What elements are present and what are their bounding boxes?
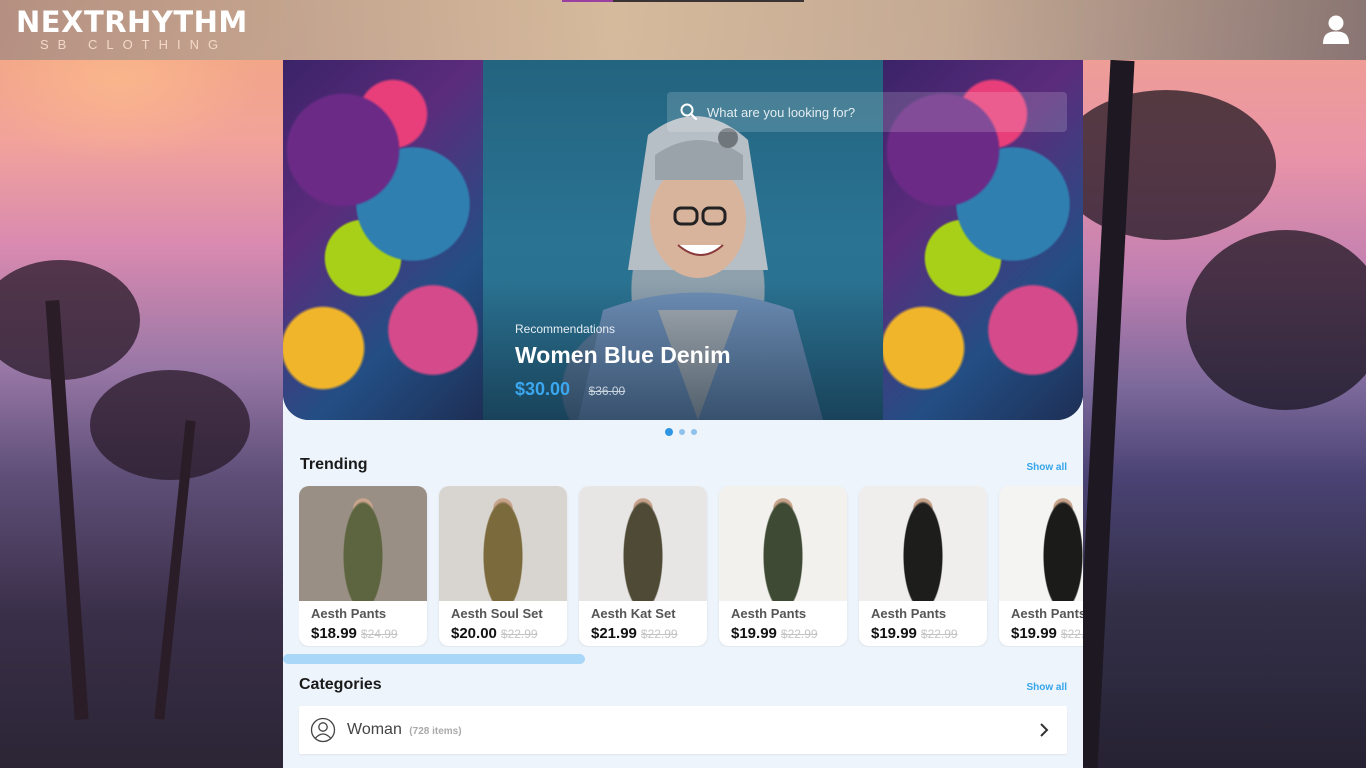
category-name: Woman <box>347 721 402 738</box>
product-name: Aesth Pants <box>731 606 807 621</box>
product-image <box>999 486 1083 601</box>
product-price-current: $19.99 <box>871 625 917 642</box>
category-item-woman[interactable]: Woman (728 items) <box>299 706 1067 754</box>
hero-price: $30.00 <box>515 379 571 399</box>
product-image <box>719 486 847 601</box>
product-price-old: $22.99 <box>1060 627 1083 641</box>
brand-subtitle: SB CLOTHING <box>40 37 228 52</box>
hero-kicker: Recommendations <box>515 322 616 336</box>
search-bar[interactable] <box>667 92 1067 132</box>
product-price-old: $22.99 <box>780 627 818 641</box>
product-image <box>439 486 567 601</box>
product-price-old: $22.99 <box>920 627 958 641</box>
carousel-dot[interactable] <box>691 429 697 435</box>
product-price-old: $22.99 <box>500 627 538 641</box>
hero-prices: $30.00 $36.00 <box>515 379 731 400</box>
background-left <box>0 0 283 768</box>
product-price: $19.99$22.99 <box>1011 625 1083 643</box>
product-price-old: $22.99 <box>640 627 678 641</box>
main-panel: Recommendations Women Blue Denim $30.00 … <box>283 60 1083 768</box>
background-right <box>1056 0 1366 768</box>
product-name: Aesth Pants <box>311 606 387 621</box>
product-image <box>299 486 427 601</box>
palm-foliage <box>1056 90 1276 240</box>
product-name: Aesth Pants <box>1011 606 1083 621</box>
product-price-old: $24.99 <box>360 627 398 641</box>
hero-old-price: $36.00 <box>588 384 626 398</box>
tree-foliage <box>0 260 140 380</box>
carousel-dot[interactable] <box>665 428 673 436</box>
product-price-current: $21.99 <box>591 625 637 642</box>
product-card[interactable]: Aesth Soul Set $20.00 $22.99 <box>439 486 567 646</box>
user-icon <box>1323 15 1349 44</box>
product-name: Aesth Soul Set <box>451 606 543 621</box>
hero-slide-prev[interactable] <box>283 60 483 420</box>
carousel-dot[interactable] <box>679 429 685 435</box>
top-progress-fill <box>562 0 613 2</box>
product-price: $19.99$22.99 <box>731 625 847 643</box>
hero-carousel[interactable]: Recommendations Women Blue Denim $30.00 … <box>283 60 1083 420</box>
brand-name: NEXTRHYTHM <box>16 5 248 39</box>
product-price-current: $18.99 <box>311 625 357 642</box>
trending-title: Trending <box>300 456 368 473</box>
product-price-current: $19.99 <box>731 625 777 642</box>
product-image <box>859 486 987 601</box>
product-price-current: $19.99 <box>1011 625 1057 642</box>
chevron-right-icon <box>1040 723 1049 737</box>
category-count: (728 items) <box>409 726 462 737</box>
product-price: $21.99 $22.99 <box>591 625 707 643</box>
product-price: $19.99$22.99 <box>871 625 987 643</box>
product-price-current: $20.00 <box>451 625 497 642</box>
product-card[interactable]: Aesth Kat Set $21.99 $22.99 <box>579 486 707 646</box>
categories-show-all-link[interactable]: Show all <box>1026 682 1067 693</box>
hero-title[interactable]: Women Blue Denim <box>515 342 731 369</box>
product-name: Aesth Pants <box>871 606 947 621</box>
product-card[interactable]: Aesth Pants $19.99$22.99 <box>859 486 987 646</box>
categories-title: Categories <box>299 676 382 693</box>
product-price: $20.00 $22.99 <box>451 625 567 643</box>
search-input[interactable] <box>707 92 1057 132</box>
tree-foliage <box>90 370 250 480</box>
account-button[interactable] <box>1322 14 1350 44</box>
brand-logo[interactable]: NEXTRHYTHM SB CLOTHING <box>16 6 248 52</box>
product-card[interactable]: Aesth Pants $19.99$22.99 <box>719 486 847 646</box>
product-price: $18.99 $24.99 <box>311 625 427 643</box>
category-label: Woman (728 items) <box>347 721 462 739</box>
product-card[interactable]: Aesth Pants $19.99$22.99 <box>999 486 1083 646</box>
hero-caption: Recommendations Women Blue Denim $30.00 … <box>515 322 731 400</box>
trending-show-all-link[interactable]: Show all <box>1026 462 1067 473</box>
palm-foliage <box>1186 230 1366 410</box>
top-progress-bar <box>562 0 804 2</box>
product-card[interactable]: Aesth Pants $18.99 $24.99 <box>299 486 427 646</box>
user-outline-icon <box>310 717 336 743</box>
trending-list[interactable]: Aesth Pants $18.99 $24.99 Aesth Soul Set $20… <box>299 486 1083 647</box>
carousel-dots <box>665 428 697 436</box>
product-name: Aesth Kat Set <box>591 606 676 621</box>
product-image <box>579 486 707 601</box>
search-icon <box>680 103 698 121</box>
trending-scrollbar[interactable] <box>283 654 585 664</box>
header-bar: NEXTRHYTHM SB CLOTHING <box>0 0 1366 60</box>
